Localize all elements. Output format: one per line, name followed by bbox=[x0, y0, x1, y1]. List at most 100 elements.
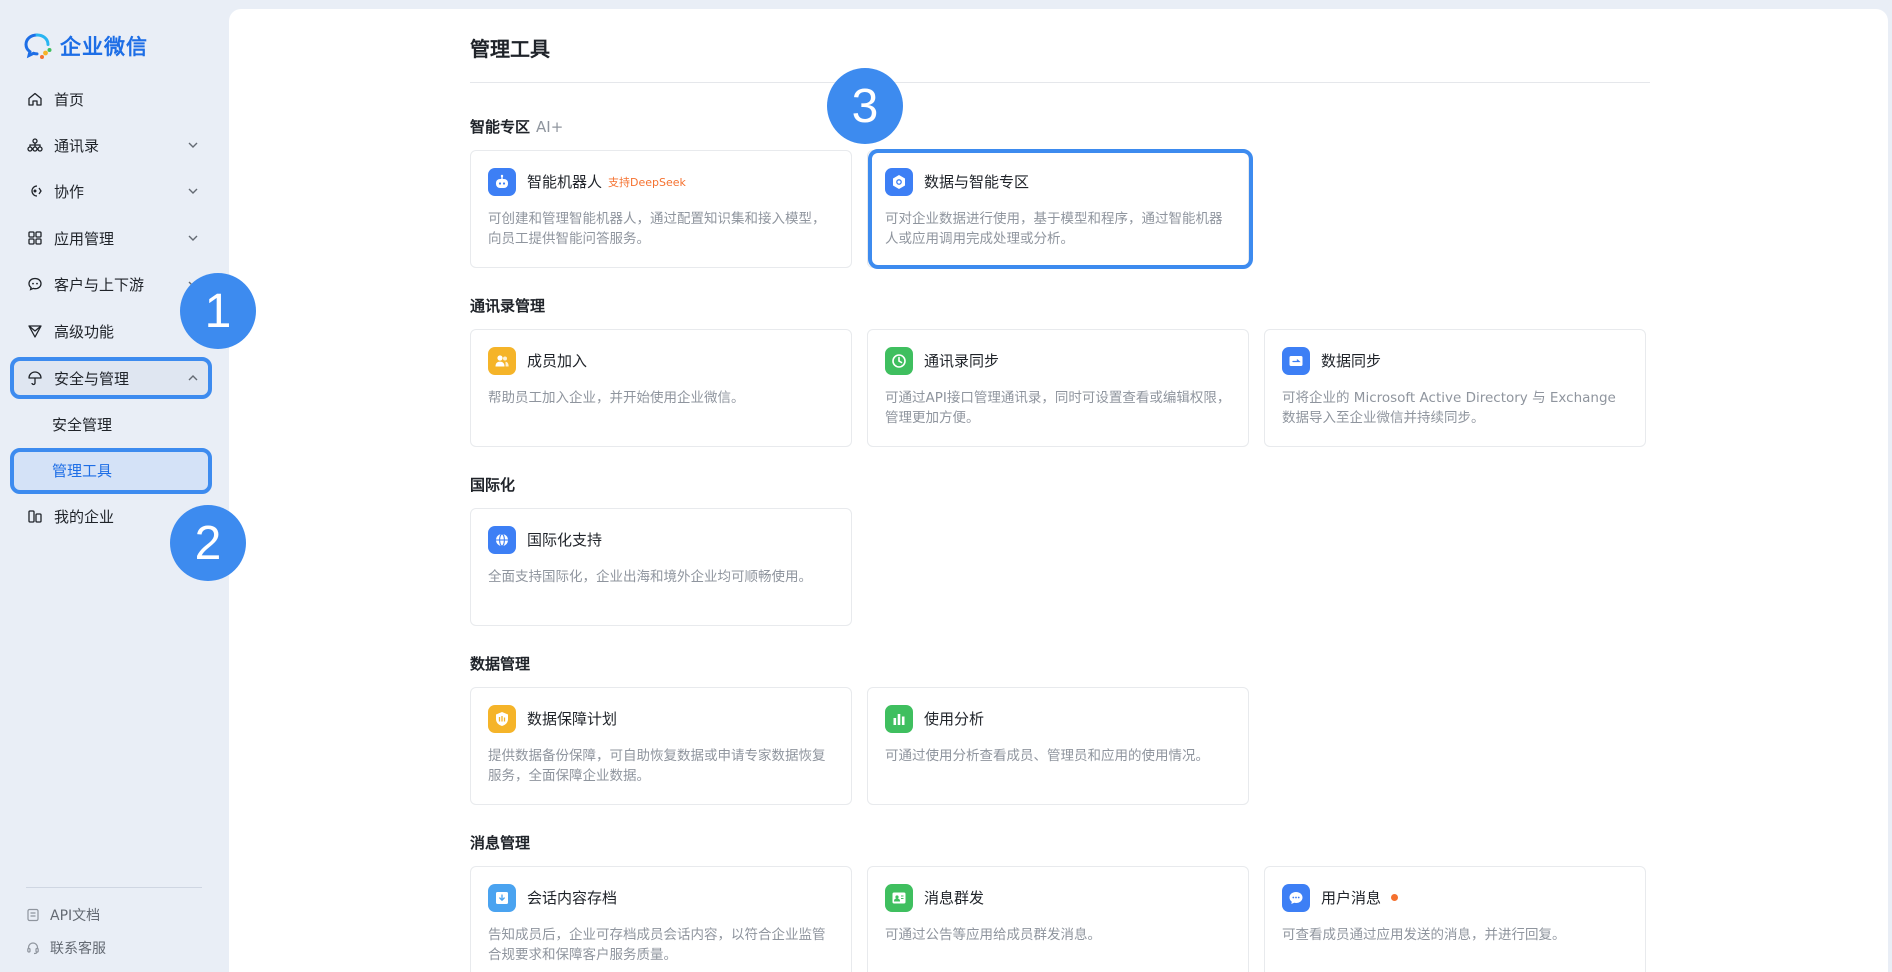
sidebar-divider bbox=[26, 887, 202, 888]
collaborate-icon bbox=[26, 182, 44, 200]
card-title: 国际化支持 bbox=[527, 529, 602, 550]
card-description: 可创建和管理智能机器人，通过配置知识集和接入模型，向员工提供智能问答服务。 bbox=[488, 211, 826, 247]
card-smart-robot[interactable]: 智能机器人 支持DeepSeek 可创建和管理智能机器人，通过配置知识集和接入模… bbox=[470, 150, 852, 268]
document-icon bbox=[27, 908, 39, 922]
highlight-data-intelligence-card bbox=[868, 149, 1253, 269]
card-title: 数据保障计划 bbox=[527, 708, 617, 729]
card-broadcast-messages[interactable]: 消息群发 可通过公告等应用给成员群发消息。 bbox=[867, 866, 1249, 972]
section-title-ai: 智能专区 AI+ bbox=[470, 116, 563, 137]
card-contacts-sync[interactable]: 通讯录同步 可通过API接口管理通讯录，同时可设置查看或编辑权限，管理更加方便。 bbox=[867, 329, 1249, 447]
section-title-i18n: 国际化 bbox=[470, 474, 515, 495]
card-description: 可将企业的 Microsoft Active Directory 与 Excha… bbox=[1282, 390, 1616, 426]
card-user-messages[interactable]: 用户消息 可查看成员通过应用发送的消息，并进行回复。 bbox=[1264, 866, 1646, 972]
unread-dot bbox=[1391, 894, 1399, 901]
sidebar-item-label: 我的企业 bbox=[54, 507, 115, 526]
chevron-down-icon[interactable] bbox=[186, 184, 200, 198]
member-join-icon bbox=[488, 347, 516, 375]
sidebar-item-home[interactable]: 首页 bbox=[10, 79, 212, 119]
headset-icon bbox=[27, 942, 39, 955]
contact-support-link[interactable]: 联系客服 bbox=[26, 937, 106, 959]
section-title-contacts: 通讯录管理 bbox=[470, 295, 545, 316]
sidebar-item-label: 协作 bbox=[54, 182, 85, 201]
card-title-text: 用户消息 bbox=[1321, 889, 1382, 907]
highlight-security-management bbox=[10, 357, 212, 399]
sidebar-item-contacts[interactable]: 通讯录 bbox=[10, 125, 212, 165]
card-title: 成员加入 bbox=[527, 350, 587, 371]
message-icon bbox=[1282, 884, 1310, 912]
section-title-data-management: 数据管理 bbox=[470, 653, 530, 674]
card-description: 可通过公告等应用给成员群发消息。 bbox=[885, 927, 1101, 943]
footer-link-label: API文档 bbox=[50, 908, 101, 924]
card-conversation-archive[interactable]: 会话内容存档 告知成员后，企业可存档成员会话内容，以符合企业监管合规要求和保障客… bbox=[470, 866, 852, 972]
chevron-down-icon[interactable] bbox=[186, 138, 200, 152]
card-title-text: 消息群发 bbox=[924, 889, 985, 907]
card-title-text: 会话内容存档 bbox=[527, 889, 618, 907]
card-data-sync[interactable]: 数据同步 可将企业的 Microsoft Active Directory 与 … bbox=[1264, 329, 1646, 447]
card-title: 通讯录同步 bbox=[924, 350, 999, 371]
diamond-icon bbox=[26, 322, 44, 340]
chat-bubble-icon bbox=[26, 275, 44, 293]
brand-name: 企业微信 bbox=[60, 35, 148, 59]
card-title: 消息群发 bbox=[924, 887, 984, 908]
step-badge-3: 3 bbox=[827, 68, 903, 144]
sidebar-item-label: 客户与上下游 bbox=[54, 275, 145, 294]
section-title-text: 通讯录管理 bbox=[470, 297, 546, 315]
card-title-text: 成员加入 bbox=[527, 352, 588, 370]
card-title: 会话内容存档 bbox=[527, 887, 617, 908]
card-title-text: 通讯录同步 bbox=[924, 352, 1000, 370]
sidebar-item-label: 安全管理 bbox=[52, 415, 113, 434]
card-title-text: 使用分析 bbox=[924, 710, 985, 728]
sidebar-subitem-security[interactable]: 安全管理 bbox=[10, 404, 212, 444]
chevron-down-icon[interactable] bbox=[186, 231, 200, 245]
section-title-text: 消息管理 bbox=[470, 834, 531, 852]
card-title-text: 数据同步 bbox=[1321, 352, 1382, 370]
section-title-message-management: 消息管理 bbox=[470, 832, 530, 853]
globe-icon bbox=[488, 526, 516, 554]
card-usage-analytics[interactable]: 使用分析 可通过使用分析查看成员、管理员和应用的使用情况。 bbox=[867, 687, 1249, 805]
card-title-text: 数据保障计划 bbox=[527, 710, 618, 728]
sidebar-item-label: 高级功能 bbox=[54, 322, 115, 341]
sidebar-item-app-management[interactable]: 应用管理 bbox=[10, 218, 212, 258]
card-description: 全面支持国际化，企业出海和境外企业均可顺畅使用。 bbox=[488, 569, 812, 585]
sidebar-item-label: 应用管理 bbox=[54, 229, 115, 248]
sidebar-item-collaboration[interactable]: 协作 bbox=[10, 171, 212, 211]
org-chart-icon bbox=[26, 136, 44, 154]
brand-logo[interactable]: 企业微信 bbox=[24, 30, 148, 62]
highlight-management-tools bbox=[10, 448, 212, 494]
card-title: 用户消息 bbox=[1321, 887, 1399, 908]
shield-data-icon bbox=[488, 705, 516, 733]
bar-chart-icon bbox=[885, 705, 913, 733]
step-badge-2: 2 bbox=[170, 505, 246, 581]
api-docs-link[interactable]: API文档 bbox=[26, 904, 100, 926]
home-icon bbox=[26, 90, 44, 108]
step-badge-1: 1 bbox=[180, 273, 256, 349]
footer-link-label: 联系客服 bbox=[50, 941, 106, 957]
card-title-text: 智能机器人 bbox=[527, 173, 603, 191]
apps-grid-icon bbox=[26, 229, 44, 247]
robot-icon bbox=[488, 168, 516, 196]
card-title: 数据同步 bbox=[1321, 350, 1381, 371]
section-title-text: 国际化 bbox=[470, 476, 516, 494]
sync-icon bbox=[885, 347, 913, 375]
card-data-protection[interactable]: 数据保障计划 提供数据备份保障，可自助恢复数据或申请专家数据恢复服务，全面保障企… bbox=[470, 687, 852, 805]
card-member-join[interactable]: 成员加入 帮助员工加入企业，并开始使用企业微信。 bbox=[470, 329, 852, 447]
sidebar-item-label: 通讯录 bbox=[54, 136, 100, 155]
card-description: 帮助员工加入企业，并开始使用企业微信。 bbox=[488, 390, 745, 406]
archive-icon bbox=[488, 884, 516, 912]
ai-plus-tag: AI+ bbox=[536, 117, 564, 136]
card-description: 可通过API接口管理通讯录，同时可设置查看或编辑权限，管理更加方便。 bbox=[885, 390, 1231, 426]
card-description: 告知成员后，企业可存档成员会话内容，以符合企业监管合规要求和保障客户服务质量。 bbox=[488, 927, 826, 963]
buildings-icon bbox=[26, 507, 44, 525]
card-title: 智能机器人 支持DeepSeek bbox=[527, 171, 686, 192]
card-title: 使用分析 bbox=[924, 708, 984, 729]
card-title-text: 国际化支持 bbox=[527, 531, 603, 549]
sidebar-item-label: 首页 bbox=[54, 90, 85, 109]
card-description: 提供数据备份保障，可自助恢复数据或申请专家数据恢复服务，全面保障企业数据。 bbox=[488, 748, 826, 784]
card-description: 可通过使用分析查看成员、管理员和应用的使用情况。 bbox=[885, 748, 1209, 764]
page-title: 管理工具 bbox=[470, 37, 550, 61]
card-description: 可查看成员通过应用发送的消息，并进行回复。 bbox=[1282, 927, 1566, 943]
folder-sync-icon bbox=[1282, 347, 1310, 375]
title-divider bbox=[470, 82, 1650, 83]
card-internationalization[interactable]: 国际化支持 全面支持国际化，企业出海和境外企业均可顺畅使用。 bbox=[470, 508, 852, 626]
section-title-text: 智能专区 bbox=[470, 118, 531, 136]
